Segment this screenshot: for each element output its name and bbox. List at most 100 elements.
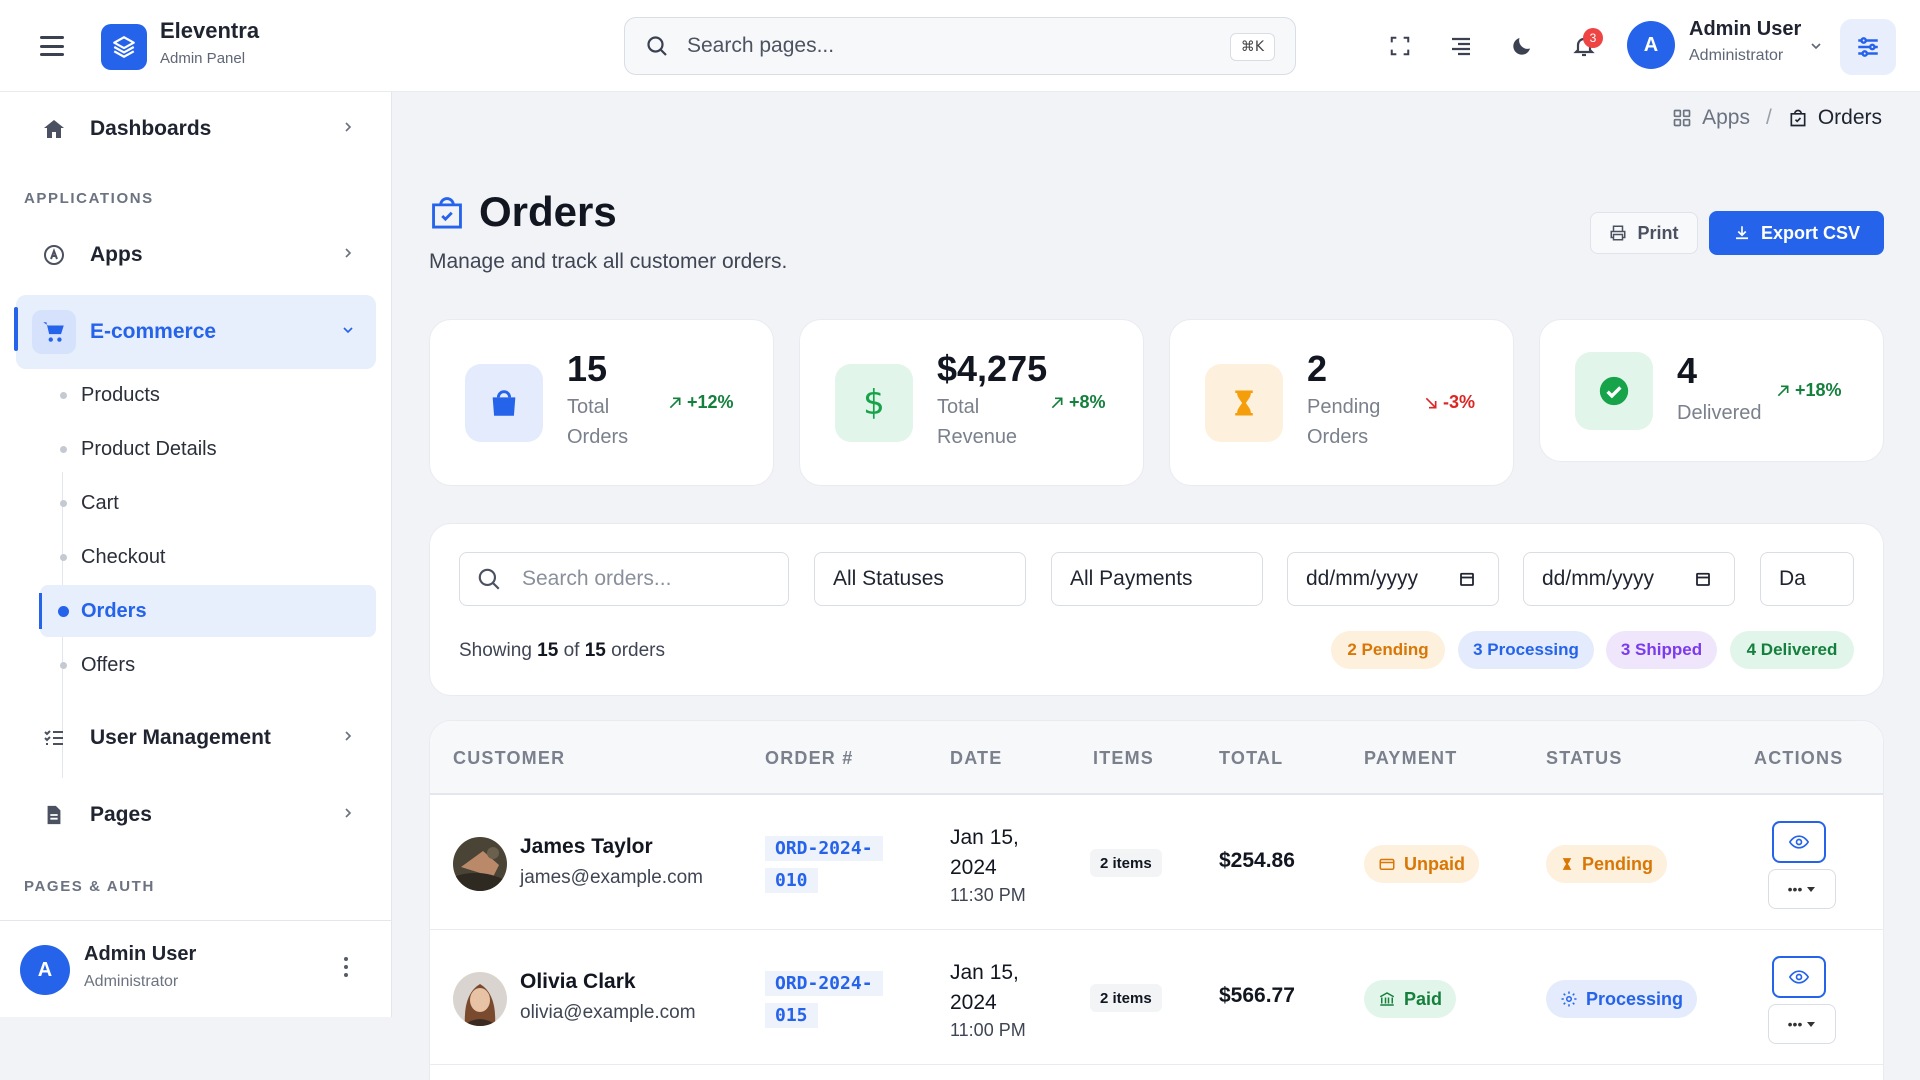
logo-icon[interactable] [101, 24, 147, 70]
payment-select[interactable]: All Payments [1051, 552, 1263, 606]
results-of: of [563, 640, 580, 661]
status-pill-delivered[interactable]: 4 Delivered [1730, 631, 1854, 669]
stat-label-line: Revenue [937, 426, 1018, 448]
chevron-right-icon [340, 728, 356, 749]
status-badge: Processing [1546, 980, 1698, 1018]
sidebar-item-user-management[interactable]: User Management [16, 710, 376, 766]
results-prefix: Showing [459, 640, 532, 661]
avatar[interactable]: A [1627, 21, 1675, 69]
customer-email: james@example.com [520, 867, 703, 888]
credit-card-icon [1379, 858, 1395, 870]
order-date-line: 2024 [950, 991, 997, 1014]
order-number[interactable]: ORD-2024- 015 [765, 968, 885, 1032]
settings-button[interactable] [1840, 19, 1896, 75]
stat-trend: +18% [1775, 380, 1842, 401]
notification-badge: 3 [1583, 28, 1603, 48]
file-icon [40, 801, 68, 829]
date-to-input[interactable]: dd/mm/yyyy [1523, 552, 1735, 606]
column-header-customer[interactable]: CUSTOMER [453, 748, 565, 769]
bag-check-icon [1790, 109, 1806, 127]
search-shortcut: ⌘K [1229, 33, 1275, 61]
dark-mode-icon[interactable] [1506, 30, 1538, 62]
export-label: Export CSV [1760, 222, 1861, 243]
stat-trend-value: -3% [1443, 392, 1476, 412]
fullscreen-icon[interactable] [1384, 30, 1416, 62]
customer-name: Olivia Clark [520, 970, 636, 993]
printer-icon [1610, 225, 1626, 241]
subitem-label: Offers [81, 653, 136, 676]
sidebar-item-dashboards[interactable]: Dashboards [16, 101, 376, 157]
more-vertical-icon[interactable] [344, 957, 348, 977]
subitem-label: Checkout [81, 545, 166, 568]
stat-label: Delivered [1677, 402, 1762, 424]
date-from-input[interactable]: dd/mm/yyyy [1287, 552, 1499, 606]
stat-trend-value: +18% [1795, 380, 1842, 400]
more-actions-button[interactable]: ••• [1768, 1004, 1836, 1044]
column-header-payment[interactable]: PAYMENT [1364, 748, 1457, 769]
table-row[interactable]: Olivia Clark olivia@example.com ORD-2024… [430, 930, 1883, 1065]
status-pill-shipped[interactable]: 3 Shipped [1606, 631, 1717, 669]
sidebar-subitem-orders[interactable]: Orders [39, 585, 376, 637]
column-header-date[interactable]: DATE [950, 748, 1002, 769]
column-header-items[interactable]: ITEMS [1093, 748, 1154, 769]
view-button[interactable] [1772, 821, 1826, 863]
items-badge: 2 items [1090, 984, 1162, 1012]
view-button[interactable] [1772, 956, 1826, 998]
hourglass-icon [1562, 858, 1572, 870]
table-row[interactable]: James Taylor james@example.com ORD-2024-… [430, 795, 1883, 930]
column-header-order[interactable]: ORDER # [765, 748, 853, 769]
align-icon[interactable] [1445, 30, 1477, 62]
page-title: Orders [479, 188, 617, 235]
status-select[interactable]: All Statuses [814, 552, 1026, 606]
menu-toggle-icon[interactable] [38, 32, 66, 60]
customer-avatar [453, 972, 507, 1026]
sidebar-item-label: E-commerce [90, 320, 217, 343]
status-select-value: All Statuses [833, 567, 944, 590]
sidebar-user-card[interactable]: A Admin User Administrator [0, 920, 392, 1017]
sidebar-subitem-product-details[interactable]: Product Details [40, 423, 376, 475]
column-header-total[interactable]: TOTAL [1219, 748, 1283, 769]
calendar-icon[interactable] [1694, 570, 1712, 588]
stat-card-delivered: 4 Delivered +18% [1539, 319, 1884, 462]
print-button[interactable]: Print [1590, 212, 1698, 254]
breadcrumb-apps[interactable]: Apps [1702, 106, 1750, 130]
order-time: 11:30 PM [950, 885, 1026, 905]
sidebar-item-label: Apps [90, 243, 143, 266]
order-date-line: Jan 15, [950, 961, 1019, 984]
order-number-part: 010 [765, 868, 818, 893]
more-actions-button[interactable]: ••• [1768, 869, 1836, 909]
order-search-input[interactable]: Search orders... [459, 552, 789, 606]
user-menu[interactable]: Admin User Administrator [1689, 18, 1801, 65]
calendar-icon[interactable] [1458, 570, 1476, 588]
user-name: Admin User [1689, 18, 1802, 40]
sidebar-subitem-cart[interactable]: Cart [40, 477, 376, 529]
bag-check-icon [428, 192, 466, 237]
subitem-label: Products [81, 383, 160, 406]
date-filter-select[interactable]: Da [1760, 552, 1854, 606]
sidebar-item-apps[interactable]: Apps [16, 227, 376, 283]
stat-label: Pending Orders [1307, 392, 1380, 452]
sidebar-item-pages[interactable]: Pages [16, 787, 376, 843]
date-from-value: dd/mm/yyyy [1306, 567, 1419, 590]
order-number[interactable]: ORD-2024- 010 [765, 833, 885, 897]
chevron-right-icon [340, 119, 356, 140]
stat-card-total-revenue: $ $4,275 Total Revenue +8% [799, 319, 1144, 486]
bullet [60, 661, 67, 669]
grid-icon [1673, 109, 1691, 127]
home-icon [40, 115, 68, 143]
chevron-down-icon[interactable] [1808, 38, 1824, 59]
download-icon [1735, 226, 1748, 240]
sidebar-subitem-products[interactable]: Products [40, 369, 376, 421]
status-pill-processing[interactable]: 3 Processing [1458, 631, 1594, 669]
eye-icon [1789, 970, 1809, 984]
column-header-status[interactable]: STATUS [1546, 748, 1623, 769]
status-pill-pending[interactable]: 2 Pending [1331, 631, 1445, 669]
customer-avatar [453, 837, 507, 891]
sidebar-subitem-checkout[interactable]: Checkout [40, 531, 376, 583]
sidebar-subitem-offers[interactable]: Offers [40, 639, 376, 691]
search-input[interactable]: Search pages... ⌘K [624, 17, 1296, 75]
cart-icon [32, 310, 76, 354]
sidebar-item-label: Dashboards [90, 117, 212, 140]
export-csv-button[interactable]: Export CSV [1709, 211, 1884, 255]
sidebar-item-ecommerce[interactable]: E-commerce [14, 295, 376, 369]
